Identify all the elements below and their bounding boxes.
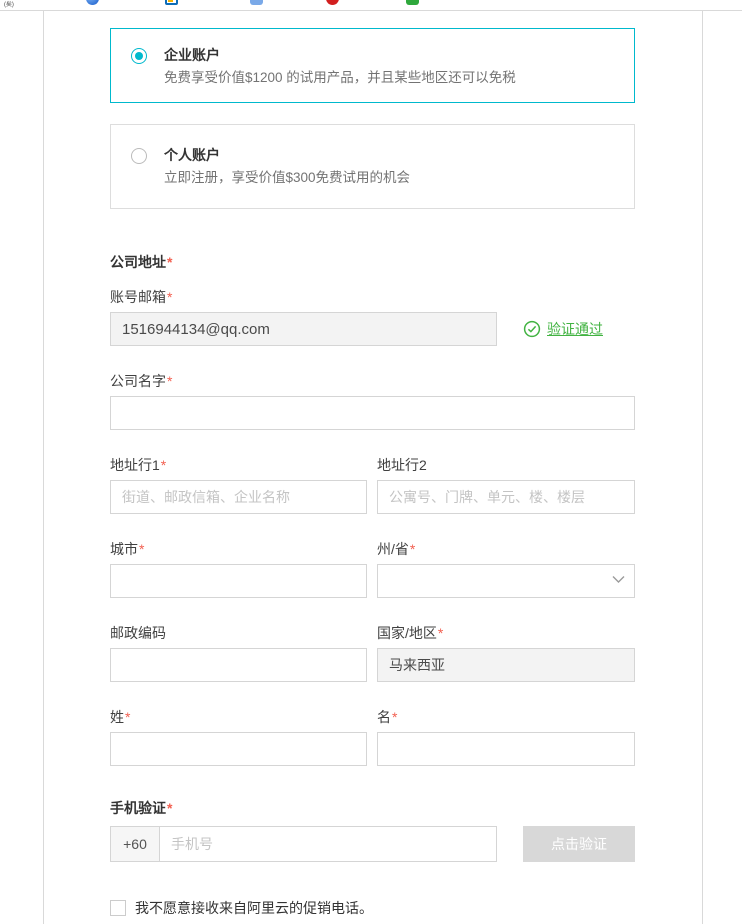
verified-text: 验证通过 <box>547 319 603 339</box>
required-asterisk: * <box>167 289 172 305</box>
account-option-text: 企业账户 免费享受价值$1200 的试用产品，并且某些地区还可以免税 <box>164 46 516 87</box>
city-input[interactable] <box>110 564 367 598</box>
account-option-text: 个人账户 立即注册，享受价值$300免费试用的机会 <box>164 146 410 187</box>
required-asterisk: * <box>167 800 172 816</box>
first-name-input[interactable] <box>377 732 635 766</box>
company-name-input[interactable] <box>110 396 635 430</box>
required-asterisk: * <box>139 541 144 557</box>
blue-sphere-favicon[interactable] <box>86 0 99 5</box>
postal-country-row: 邮政编码 国家/地区* <box>110 623 635 682</box>
state-label: 州/省* <box>377 539 635 559</box>
email-input <box>110 312 497 346</box>
address-line2-label: 地址行2 <box>377 455 635 475</box>
required-asterisk: * <box>392 709 397 725</box>
promo-checkbox-label: 我不愿意接收来自阿里云的促销电话。 <box>135 898 373 918</box>
company-name-label: 公司名字* <box>110 371 635 391</box>
required-asterisk: * <box>161 457 166 473</box>
account-option-enterprise[interactable]: 企业账户 免费享受价值$1200 的试用产品，并且某些地区还可以免税 <box>110 28 635 103</box>
promo-checkbox-row: 我不愿意接收来自阿里云的促销电话。 <box>110 898 635 918</box>
section-title-company-address: 公司地址* <box>110 254 635 270</box>
strip-left-text: (矣) <box>4 0 14 9</box>
address-line2-input[interactable] <box>377 480 635 514</box>
promo-checkbox[interactable] <box>110 900 126 916</box>
phone-input[interactable] <box>160 827 496 861</box>
required-asterisk: * <box>410 541 415 557</box>
first-name-label: 名* <box>377 707 635 727</box>
phone-row: +60 点击验证 <box>110 826 635 862</box>
required-asterisk: * <box>438 625 443 641</box>
radio-selected-icon[interactable] <box>131 48 147 64</box>
address-line1-input[interactable] <box>110 480 367 514</box>
check-circle-icon <box>523 320 541 338</box>
account-option-personal[interactable]: 个人账户 立即注册，享受价值$300免费试用的机会 <box>110 124 635 209</box>
flag-favicon[interactable] <box>165 0 178 5</box>
last-name-label: 姓* <box>110 707 367 727</box>
city-label: 城市* <box>110 539 367 559</box>
postal-code-label: 邮政编码 <box>110 623 367 643</box>
email-label: 账号邮箱* <box>110 287 635 307</box>
address-row: 地址行1* 地址行2 <box>110 455 635 514</box>
green-app-favicon[interactable] <box>406 0 419 5</box>
required-asterisk: * <box>125 709 130 725</box>
postal-code-input[interactable] <box>110 648 367 682</box>
required-asterisk: * <box>167 254 172 270</box>
chevron-down-icon <box>612 575 625 584</box>
red-app-favicon[interactable] <box>326 0 339 5</box>
browser-strip: (矣) <box>0 0 742 11</box>
section-title-phone-verification: 手机验证* <box>110 800 635 816</box>
blue-app-favicon[interactable] <box>250 0 263 5</box>
last-name-input[interactable] <box>110 732 367 766</box>
name-row: 姓* 名* <box>110 707 635 766</box>
required-asterisk: * <box>167 373 172 389</box>
phone-input-group: +60 <box>110 826 497 862</box>
address-line1-label: 地址行1* <box>110 455 367 475</box>
enterprise-title: 企业账户 <box>164 46 516 64</box>
country-label: 国家/地区* <box>377 623 635 643</box>
verify-button[interactable]: 点击验证 <box>523 826 635 862</box>
enterprise-description: 免费享受价值$1200 的试用产品，并且某些地区还可以免税 <box>164 69 516 87</box>
content-column: 企业账户 免费享受价值$1200 的试用产品，并且某些地区还可以免税 个人账户 … <box>43 11 703 924</box>
personal-description: 立即注册，享受价值$300免费试用的机会 <box>164 169 410 187</box>
city-state-row: 城市* 州/省* <box>110 539 635 598</box>
company-name-field-group: 公司名字* <box>110 371 635 430</box>
personal-title: 个人账户 <box>164 146 410 164</box>
radio-unselected-icon[interactable] <box>131 148 147 164</box>
country-input <box>377 648 635 682</box>
email-field-group: 账号邮箱* 验证通过 <box>110 287 635 346</box>
state-select[interactable] <box>377 564 635 598</box>
phone-country-prefix: +60 <box>111 827 160 861</box>
verified-link[interactable]: 验证通过 <box>523 319 603 339</box>
